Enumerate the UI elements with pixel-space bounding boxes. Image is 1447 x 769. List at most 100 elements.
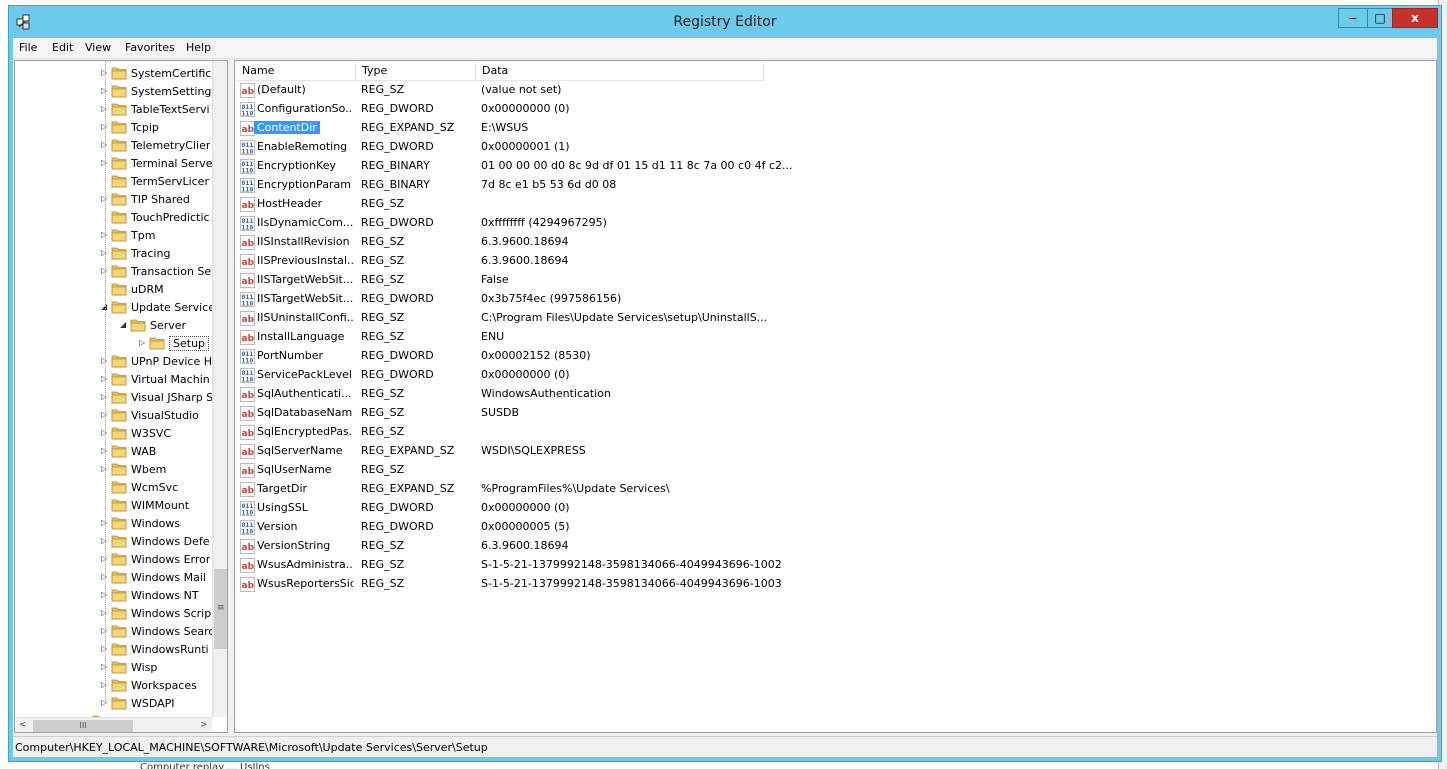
value-row[interactable]: ab InstallLanguage REG_SZ ENU xyxy=(235,328,1435,347)
menu-file[interactable]: File xyxy=(19,41,37,54)
value-row[interactable]: ab TargetDir REG_EXPAND_SZ %ProgramFiles%\U… xyxy=(235,480,1435,499)
scroll-right-arrow-icon[interactable]: > xyxy=(200,720,208,730)
close-button[interactable]: x xyxy=(1392,8,1438,28)
menu-favorites[interactable]: Favorites xyxy=(125,41,175,54)
tree-horizontal-scroll-thumb[interactable]: III xyxy=(33,720,133,732)
tree-item[interactable]: ▷ Visual JSharp S xyxy=(15,389,215,407)
value-row[interactable]: ab SqlDatabaseName REG_SZ SUSDB xyxy=(235,404,1435,423)
value-row[interactable]: 011 110 Version REG_DWORD 0x00000005 (5) xyxy=(235,518,1435,537)
value-row[interactable]: 011 110 UsingSSL REG_DWORD 0x00000000 (0) xyxy=(235,499,1435,518)
tree-item[interactable]: TouchPredictic xyxy=(15,209,215,227)
values-list-pane[interactable]: Name Type Data ab (Default) REG_SZ (value n… xyxy=(234,60,1437,733)
tree-item[interactable]: uDRM xyxy=(15,281,215,299)
menu-help[interactable]: Help xyxy=(186,41,211,54)
tree-item[interactable]: ▷ TelemetryClier xyxy=(15,137,215,155)
tree-item-label: Tpm xyxy=(131,229,156,242)
tree-item[interactable]: ▷ Virtual Machin xyxy=(15,371,215,389)
value-row[interactable]: ab HostHeader REG_SZ xyxy=(235,195,1435,214)
tree-item[interactable]: ▷ WSDAPI xyxy=(15,695,215,713)
value-row[interactable]: ab IISTargetWebSit... REG_SZ False xyxy=(235,271,1435,290)
tree-item[interactable]: ▷ VisualStudio xyxy=(15,407,215,425)
title-bar[interactable]: Registry Editor ‒ □ x xyxy=(9,6,1441,38)
value-row[interactable]: 011 110 EncryptionKey REG_BINARY 01 00 00 00… xyxy=(235,157,1435,176)
folder-icon xyxy=(111,84,127,98)
value-row[interactable]: ab ContentDir REG_EXPAND_SZ E:\WSUS xyxy=(235,119,1435,138)
value-row[interactable]: ab VersionString REG_SZ 6.3.9600.18694 xyxy=(235,537,1435,556)
tree-item[interactable]: ▷ TIP Shared xyxy=(15,191,215,209)
value-row[interactable]: ab SqlAuthenticati... REG_SZ WindowsAuthent… xyxy=(235,385,1435,404)
value-row[interactable]: 011 110 ServicePackLevel REG_DWORD 0x0000000… xyxy=(235,366,1435,385)
menu-edit[interactable]: Edit xyxy=(52,41,73,54)
tree-item[interactable]: ▷ Wbem xyxy=(15,461,215,479)
menu-view[interactable]: View xyxy=(85,41,111,54)
value-row[interactable]: ab WsusReportersSid REG_SZ S-1-5-21-1379992… xyxy=(235,575,1435,594)
column-header-name[interactable]: Name xyxy=(236,62,356,81)
tree-item[interactable]: WIMMount xyxy=(15,497,215,515)
tree-item[interactable]: ▷ Transaction Se xyxy=(15,263,215,281)
tree-item[interactable]: ▷ WindowsRunti xyxy=(15,641,215,659)
tree-item[interactable]: ▷ SystemCertific xyxy=(15,65,215,83)
value-row[interactable]: ab WsusAdministra... REG_SZ S-1-5-21-137999… xyxy=(235,556,1435,575)
value-name: IISTargetWebSit... xyxy=(257,292,353,305)
tree-item[interactable]: ▷ UPnP Device H xyxy=(15,353,215,371)
tree-item[interactable]: ▷ Windows Error xyxy=(15,551,215,569)
value-row[interactable]: ab IISInstallRevision REG_SZ 6.3.9600.18694 xyxy=(235,233,1435,252)
tree-item[interactable]: ▷ W3SVC xyxy=(15,425,215,443)
string-value-icon: ab xyxy=(240,121,255,136)
value-row[interactable]: 011 110 EncryptionParam REG_BINARY 7d 8c e1 … xyxy=(235,176,1435,195)
minimize-button[interactable]: ‒ xyxy=(1338,8,1368,28)
tree-item[interactable]: ▷ Windows xyxy=(15,515,215,533)
column-header-data[interactable]: Data xyxy=(476,62,764,81)
value-row[interactable]: 011 110 PortNumber REG_DWORD 0x00002152 (853… xyxy=(235,347,1435,366)
key-tree-pane[interactable]: ▷ SystemCertific ▷ SystemSetting ▷ TableTextS… xyxy=(14,60,228,733)
folder-icon xyxy=(111,480,127,494)
tree-item[interactable]: ▷ Windows Searc xyxy=(15,623,215,641)
tree-item[interactable]: ◢ Server xyxy=(15,317,215,335)
tree-item[interactable]: ▷ Wisp xyxy=(15,659,215,677)
tree-item[interactable]: ▷ Tcpip xyxy=(15,119,215,137)
svg-text:ab: ab xyxy=(242,448,255,458)
value-data: 6.3.9600.18694 xyxy=(481,254,569,267)
tree-item[interactable]: ▷ Windows NT xyxy=(15,587,215,605)
value-data: 01 00 00 00 d0 8c 9d df 01 15 d1 11 8c 7… xyxy=(481,159,793,172)
value-row[interactable]: ab (Default) REG_SZ (value not set) xyxy=(235,81,1435,100)
tree-item[interactable]: ▷ WAB xyxy=(15,443,215,461)
column-header-type[interactable]: Type xyxy=(356,62,476,81)
tree-item[interactable]: ▷ Terminal Serve xyxy=(15,155,215,173)
value-row[interactable]: ab SqlEncryptedPas... REG_SZ xyxy=(235,423,1435,442)
value-row[interactable]: ab IISPreviousInstal... REG_SZ 6.3.9600.186… xyxy=(235,252,1435,271)
expand-arrow-icon[interactable]: ◢ xyxy=(120,320,128,329)
tree-item[interactable]: ▷ Windows Defe xyxy=(15,533,215,551)
expand-arrow-icon[interactable]: ▷ xyxy=(139,338,147,347)
value-row[interactable]: ab SqlUserName REG_SZ xyxy=(235,461,1435,480)
tree-item[interactable]: TermServLicer xyxy=(15,173,215,191)
maximize-button[interactable]: □ xyxy=(1367,8,1393,28)
scroll-left-arrow-icon[interactable]: < xyxy=(19,720,27,730)
tree-item-label: UPnP Device H xyxy=(131,355,212,368)
value-name: PortNumber xyxy=(257,349,323,362)
value-row[interactable]: 011 110 IISTargetWebSit... REG_DWORD 0x3b75f… xyxy=(235,290,1435,309)
tree-item[interactable]: ▷ Tpm xyxy=(15,227,215,245)
tree-item[interactable]: ▷ Setup xyxy=(15,335,215,353)
value-name: SqlAuthenticati... xyxy=(257,387,352,400)
value-type: REG_EXPAND_SZ xyxy=(361,121,455,134)
tree-vertical-scroll-thumb[interactable]: ≡ xyxy=(214,569,227,649)
value-row[interactable]: ab SqlServerName REG_EXPAND_SZ WSDI\SQLEXPR… xyxy=(235,442,1435,461)
tree-item[interactable]: ▷ Windows Mail xyxy=(15,569,215,587)
scroll-grip-icon: ≡ xyxy=(217,603,225,613)
tree-vertical-scrollbar[interactable]: ≡ xyxy=(212,61,227,717)
tree-item-label: TelemetryClier xyxy=(131,139,211,152)
tree-item[interactable]: ▷ Workspaces xyxy=(15,677,215,695)
tree-item[interactable]: ▷ Tracing xyxy=(15,245,215,263)
tree-item[interactable]: ▷ TableTextServi xyxy=(15,101,215,119)
value-row[interactable]: ab IISUninstallConfi... REG_SZ C:\Program F… xyxy=(235,309,1435,328)
tree-item-label: Setup xyxy=(169,336,210,351)
tree-horizontal-scrollbar[interactable]: < III > xyxy=(15,717,212,732)
value-row[interactable]: 011 110 ConfigurationSo... REG_DWORD 0x00000… xyxy=(235,100,1435,119)
tree-item[interactable]: ◢ Update Service xyxy=(15,299,215,317)
tree-item[interactable]: WcmSvc xyxy=(15,479,215,497)
value-row[interactable]: 011 110 EnableRemoting REG_DWORD 0x00000001 … xyxy=(235,138,1435,157)
tree-item[interactable]: ▷ SystemSetting xyxy=(15,83,215,101)
value-row[interactable]: 011 110 IIsDynamicCom... REG_DWORD 0xfffffff… xyxy=(235,214,1435,233)
tree-item[interactable]: ▷ Windows Scrip xyxy=(15,605,215,623)
